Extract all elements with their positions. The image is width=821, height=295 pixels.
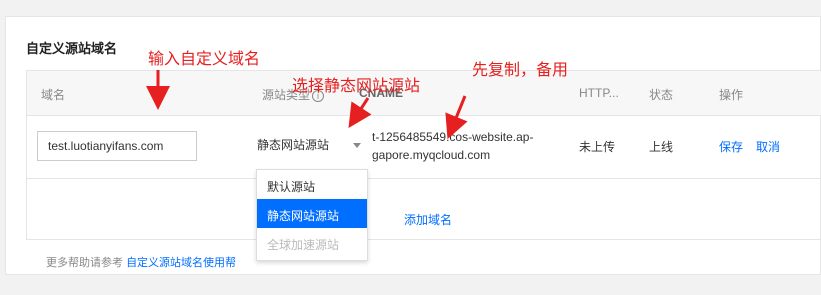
help-prefix: 更多帮助请参考 <box>46 257 123 269</box>
option-static-website-source[interactable]: 静态网站源站 <box>257 199 367 228</box>
table-row: 静态网站源站 t-1256485549.cos-website.ap- gapo… <box>27 116 821 179</box>
save-link[interactable]: 保存 <box>719 138 743 155</box>
caret-down-icon <box>353 143 361 148</box>
option-global-acceleration-source: 全球加速源站 <box>267 238 340 252</box>
annotation-input-domain: 输入自定义域名 <box>148 51 261 68</box>
add-domain-link[interactable]: 添加域名 <box>404 211 452 228</box>
header-domain: 域名 <box>41 88 66 102</box>
annotation-copy-backup: 先复制，备用 <box>472 62 569 79</box>
header-actions: 操作 <box>719 88 744 102</box>
option-default-source[interactable]: 默认源站 <box>257 170 367 199</box>
source-type-select[interactable]: 静态网站源站 <box>257 136 367 156</box>
cancel-link[interactable]: 取消 <box>756 138 780 155</box>
source-type-dropdown: 默认源站 静态网站源站 全球加速源站 <box>256 169 368 261</box>
status-value: 上线 <box>649 140 674 154</box>
annotation-choose-source: 选择静态网站源站 <box>292 78 421 95</box>
domain-table: 域名 源站类型i CNAME HTTP... 状态 操作 静态网站源站 t-12… <box>26 70 821 240</box>
header-http: HTTP... <box>579 86 619 100</box>
domain-input[interactable] <box>37 131 197 161</box>
http-status: 未上传 <box>579 140 616 154</box>
help-link[interactable]: 自定义源站域名使用帮 <box>126 257 236 269</box>
cname-value: t-1256485549.cos-website.ap- gapore.myqc… <box>372 128 572 164</box>
section-title: 自定义源站域名 <box>26 41 118 56</box>
custom-domain-card: 自定义源站域名 域名 源站类型i CNAME HTTP... 状态 操作 静态网… <box>5 16 821 275</box>
source-type-value: 静态网站源站 <box>257 138 330 152</box>
cname-line-2: gapore.myqcloud.com <box>372 148 491 162</box>
cname-line-1: t-1256485549.cos-website.ap- <box>372 130 534 144</box>
header-status: 状态 <box>649 88 674 102</box>
help-footer: 更多帮助请参考 自定义源站域名使用帮 <box>46 254 236 270</box>
table-header: 域名 源站类型 i CNAME HTTP... 状态 操作 <box>27 71 821 116</box>
